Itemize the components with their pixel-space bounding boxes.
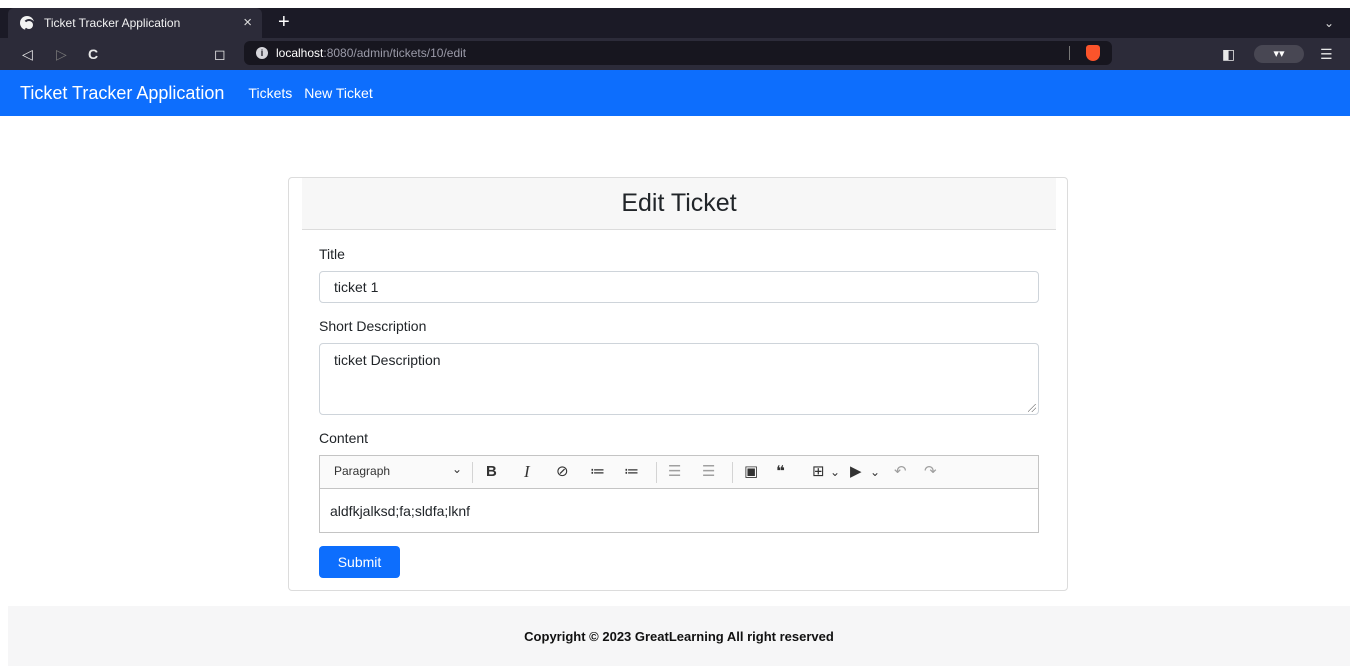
- image-icon[interactable]: ▣: [744, 462, 758, 482]
- url-host: localhost: [276, 46, 324, 60]
- menu-icon[interactable]: ☰: [1320, 45, 1333, 63]
- editor-content[interactable]: aldfkjalksd;fa;sldfa;lknf: [320, 489, 1038, 533]
- short-description-textarea[interactable]: ticket Description: [319, 343, 1039, 415]
- browser-toolbar: ◁ ▷ C ◻ i localhost :8080/admin/tickets/…: [0, 38, 1350, 70]
- tab-list-chevron-icon[interactable]: ⌄: [1324, 16, 1334, 30]
- app-navbar: Ticket Tracker Application Tickets New T…: [0, 70, 1350, 116]
- block-quote-icon[interactable]: ❝: [776, 462, 785, 482]
- bookmark-icon[interactable]: ◻: [214, 45, 226, 63]
- editor-toolbar: Paragraph ⌄ B I ⊘ ≔ ≔ ☰ ☰ ▣ ❝ ⊞ ⌄ ▶ ⌄ ↶ …: [320, 456, 1038, 489]
- title-label: Title: [319, 246, 345, 262]
- toolbar-divider: [656, 462, 657, 483]
- nav-link-new-ticket[interactable]: New Ticket: [304, 85, 372, 101]
- site-info-icon[interactable]: i: [256, 47, 268, 59]
- favicon-icon: [20, 16, 35, 31]
- indent-icon[interactable]: ☰: [702, 462, 715, 482]
- heading-select[interactable]: Paragraph: [334, 464, 390, 478]
- back-icon[interactable]: ◁: [22, 45, 33, 63]
- toolbar-divider: [732, 462, 733, 483]
- content-label: Content: [319, 430, 369, 446]
- media-embed-icon[interactable]: ▶: [850, 462, 862, 482]
- page-title: Edit Ticket: [302, 178, 1056, 230]
- url-path: :8080/admin/tickets/10/edit: [323, 46, 467, 60]
- undo-icon[interactable]: ↶: [894, 462, 907, 482]
- bold-icon[interactable]: B: [486, 462, 497, 482]
- brave-shields-icon[interactable]: [1086, 45, 1100, 61]
- browser-tab[interactable]: Ticket Tracker Application ×: [8, 8, 262, 38]
- outdent-icon[interactable]: ☰: [668, 462, 681, 482]
- nav-link-tickets[interactable]: Tickets: [248, 85, 292, 101]
- toolbar-divider: [472, 462, 473, 483]
- address-bar[interactable]: i localhost :8080/admin/tickets/10/edit: [244, 41, 1112, 65]
- tab-close-icon[interactable]: ×: [243, 15, 252, 31]
- link-icon[interactable]: ⊘: [556, 462, 569, 482]
- forward-icon[interactable]: ▷: [56, 45, 67, 63]
- italic-icon[interactable]: I: [524, 462, 530, 482]
- tab-title: Ticket Tracker Application: [44, 16, 181, 30]
- footer: Copyright © 2023 GreatLearning All right…: [8, 606, 1350, 666]
- url-divider: [1069, 46, 1070, 60]
- title-input[interactable]: ticket 1: [319, 271, 1039, 303]
- bulleted-list-icon[interactable]: ≔: [590, 462, 605, 482]
- numbered-list-icon[interactable]: ≔: [624, 462, 639, 482]
- short-description-label: Short Description: [319, 318, 427, 334]
- short-description-value: ticket Description: [334, 352, 441, 368]
- private-extension-icon[interactable]: ▾▾: [1254, 45, 1304, 63]
- chevron-down-icon[interactable]: ⌄: [830, 462, 840, 482]
- sidebar-toggle-icon[interactable]: ◧: [1222, 45, 1235, 63]
- redo-icon[interactable]: ↷: [924, 462, 937, 482]
- table-icon[interactable]: ⊞: [812, 462, 825, 482]
- submit-button[interactable]: Submit: [319, 546, 400, 578]
- edit-ticket-card: Edit Ticket Title ticket 1 Short Descrip…: [288, 177, 1068, 591]
- chevron-down-icon[interactable]: ⌄: [870, 462, 880, 482]
- browser-tab-strip: Ticket Tracker Application × + ⌄: [0, 8, 1350, 38]
- reload-icon[interactable]: C: [88, 45, 98, 63]
- chevron-down-icon[interactable]: ⌄: [452, 462, 462, 476]
- new-tab-button[interactable]: +: [278, 12, 290, 32]
- navbar-brand[interactable]: Ticket Tracker Application: [20, 83, 224, 104]
- rich-text-editor: Paragraph ⌄ B I ⊘ ≔ ≔ ☰ ☰ ▣ ❝ ⊞ ⌄ ▶ ⌄ ↶ …: [319, 455, 1039, 533]
- resize-grip-icon[interactable]: [1028, 404, 1036, 412]
